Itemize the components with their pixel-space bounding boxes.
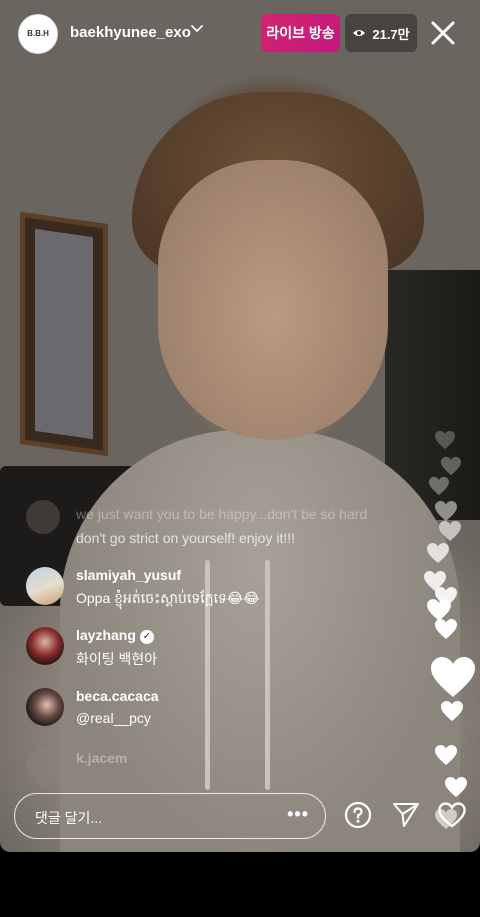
heart-icon xyxy=(435,619,457,639)
top-bar: B.B.H baekhyunee_exo 라이브 방송 21.7만 xyxy=(0,0,480,66)
comment-avatar[interactable] xyxy=(26,500,60,534)
live-video[interactable] xyxy=(0,0,480,852)
heart-icon xyxy=(435,430,455,450)
live-badge: 라이브 방송 xyxy=(261,14,340,52)
comment-username[interactable]: k.jacem xyxy=(76,750,127,766)
host-avatar[interactable]: B.B.H xyxy=(18,14,58,54)
comment-username[interactable]: beca.cacaca xyxy=(76,688,159,704)
floating-hearts xyxy=(420,420,480,850)
comment-text: Oppa ខ្ញុំអត់ចេះស្តាប់ទេក្អែទេ😂😂 xyxy=(76,590,260,606)
eye-icon xyxy=(353,30,366,36)
comment-avatar[interactable] xyxy=(26,748,64,786)
chevron-down-icon[interactable] xyxy=(190,22,204,39)
viewer-count-badge[interactable]: 21.7만 xyxy=(345,14,417,52)
heart-icon xyxy=(441,456,461,476)
comment-text: @real__pcy xyxy=(76,710,151,726)
hoodie-cord-right xyxy=(265,560,270,790)
comment-avatar[interactable] xyxy=(26,627,64,665)
comment-text: 화이팅 백현아 xyxy=(76,651,158,667)
heart-icon xyxy=(431,657,475,697)
live-stream-screen: B.B.H baekhyunee_exo 라이브 방송 21.7만 we jus… xyxy=(0,0,480,917)
send-icon[interactable] xyxy=(392,802,420,828)
close-button[interactable] xyxy=(426,16,460,50)
comment-avatar[interactable] xyxy=(26,688,64,726)
viewer-count: 21.7만 xyxy=(372,26,410,42)
bottom-bar: 댓글 달기... ••• xyxy=(0,790,480,850)
heart-icon xyxy=(427,543,449,563)
host-avatar-text: B.B.H xyxy=(27,29,49,38)
heart-icon xyxy=(429,476,449,496)
heart-icon xyxy=(441,701,463,721)
comment-avatar[interactable] xyxy=(26,567,64,605)
comment-username[interactable]: layzhang ✓ xyxy=(76,627,154,644)
heart-icon xyxy=(439,521,461,541)
more-options-icon[interactable]: ••• xyxy=(287,804,309,825)
comment-username-text: layzhang xyxy=(76,627,136,643)
comment-text: don't go strict on yourself! enjoy it!!! xyxy=(76,530,296,546)
comment-input[interactable]: 댓글 달기... ••• xyxy=(14,793,326,839)
close-icon xyxy=(431,21,455,45)
comment-text: we just want you to be happy...don't be … xyxy=(76,506,368,522)
heart-icon xyxy=(435,745,457,765)
host-username[interactable]: baekhyunee_exo xyxy=(70,24,191,41)
question-icon[interactable] xyxy=(344,801,372,829)
verified-badge-icon: ✓ xyxy=(139,630,154,644)
heart-icon[interactable] xyxy=(438,802,466,828)
wall-picture-frame xyxy=(20,211,108,457)
heart-icon xyxy=(435,501,457,521)
comment-username[interactable]: slamiyah_yusuf xyxy=(76,567,181,583)
comment-placeholder: 댓글 달기... xyxy=(35,810,103,826)
person-face xyxy=(158,160,388,440)
